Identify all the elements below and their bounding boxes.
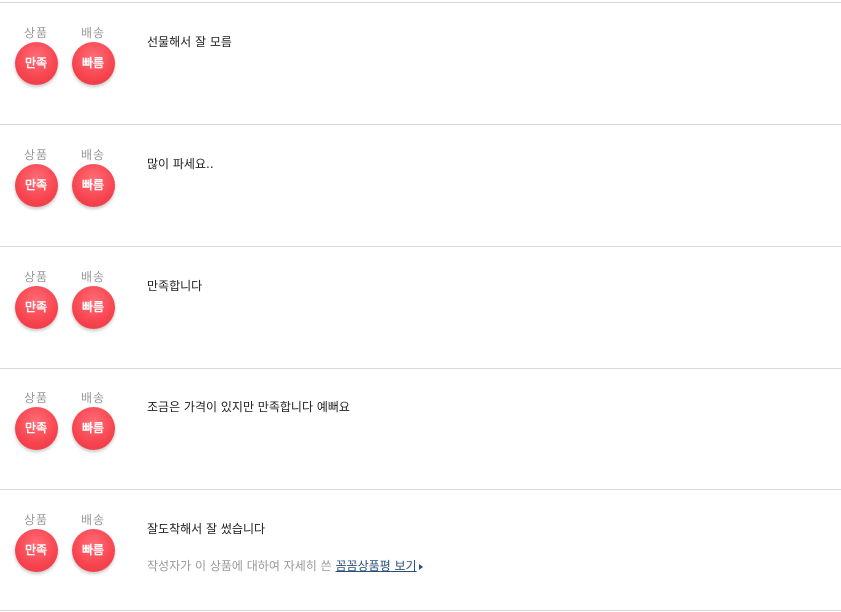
arrow-right-icon [418, 563, 423, 570]
delivery-rating-label: 배송 [80, 270, 106, 284]
review-item: 상품 만족 배송 빠름 많이 파세요.. [0, 125, 841, 246]
review-item: 상품 만족 배송 빠름 잘도착해서 잘 썼습니다 [0, 490, 841, 611]
delivery-rating-label: 배송 [80, 148, 106, 162]
divider [0, 610, 841, 611]
delivery-rating-label: 배송 [80, 513, 106, 527]
product-satisfied-badge: 만족 [14, 286, 58, 329]
product-rating: 상품 만족 [14, 3, 58, 85]
product-satisfied-badge: 만족 [14, 407, 58, 450]
delivery-rating-label: 배송 [80, 26, 106, 40]
product-satisfied-badge: 만족 [14, 164, 58, 207]
product-rating: 상품 만족 [14, 247, 58, 329]
product-rating: 상품 만족 [14, 125, 58, 207]
product-rating: 상품 만족 [14, 490, 58, 572]
delivery-fast-badge: 빠름 [71, 286, 115, 329]
review-list: 상품 만족 배송 빠름 선물해서 잘 모름 상품 만족 배송 빠름 많이 파세요… [0, 0, 841, 612]
review-item: 상품 만족 배송 빠름 선물해서 잘 모름 [0, 3, 841, 124]
product-satisfied-badge: 만족 [14, 42, 58, 85]
delivery-fast-badge: 빠름 [71, 164, 115, 207]
delivery-fast-badge: 빠름 [71, 407, 115, 450]
detailed-review-note: 작성자가 이 상품에 대하여 자세히 쓴 꼼꼼상품평 보기 [147, 558, 423, 574]
product-satisfied-badge: 만족 [14, 529, 58, 572]
product-rating: 상품 만족 [14, 368, 58, 450]
delivery-rating: 배송 빠름 [71, 247, 115, 329]
delivery-fast-badge: 빠름 [71, 529, 115, 572]
review-item: 상품 만족 배송 빠름 만족합니다 [0, 247, 841, 368]
product-rating-label: 상품 [23, 26, 49, 40]
review-text: 잘도착해서 잘 썼습니다 [147, 522, 266, 536]
review-item: 상품 만족 배송 빠름 조금은 가격이 있지만 만족합니다 예뻐요 [0, 368, 841, 489]
review-text: 선물해서 잘 모름 [147, 35, 232, 49]
review-text: 많이 파세요.. [147, 157, 214, 171]
product-rating-label: 상품 [23, 391, 49, 405]
product-rating-label: 상품 [23, 270, 49, 284]
product-rating-label: 상품 [23, 148, 49, 162]
delivery-fast-badge: 빠름 [71, 42, 115, 85]
delivery-rating: 배송 빠름 [71, 368, 115, 450]
delivery-rating: 배송 빠름 [71, 3, 115, 85]
review-text: 만족합니다 [147, 279, 203, 293]
detailed-review-link[interactable]: 꼼꼼상품평 보기 [336, 559, 417, 573]
delivery-rating: 배송 빠름 [71, 125, 115, 207]
review-text: 조금은 가격이 있지만 만족합니다 예뻐요 [147, 400, 350, 414]
product-rating-label: 상품 [23, 513, 49, 527]
delivery-rating-label: 배송 [80, 391, 106, 405]
detailed-review-note-text: 작성자가 이 상품에 대하여 자세히 쓴 [147, 559, 336, 573]
delivery-rating: 배송 빠름 [71, 490, 115, 572]
